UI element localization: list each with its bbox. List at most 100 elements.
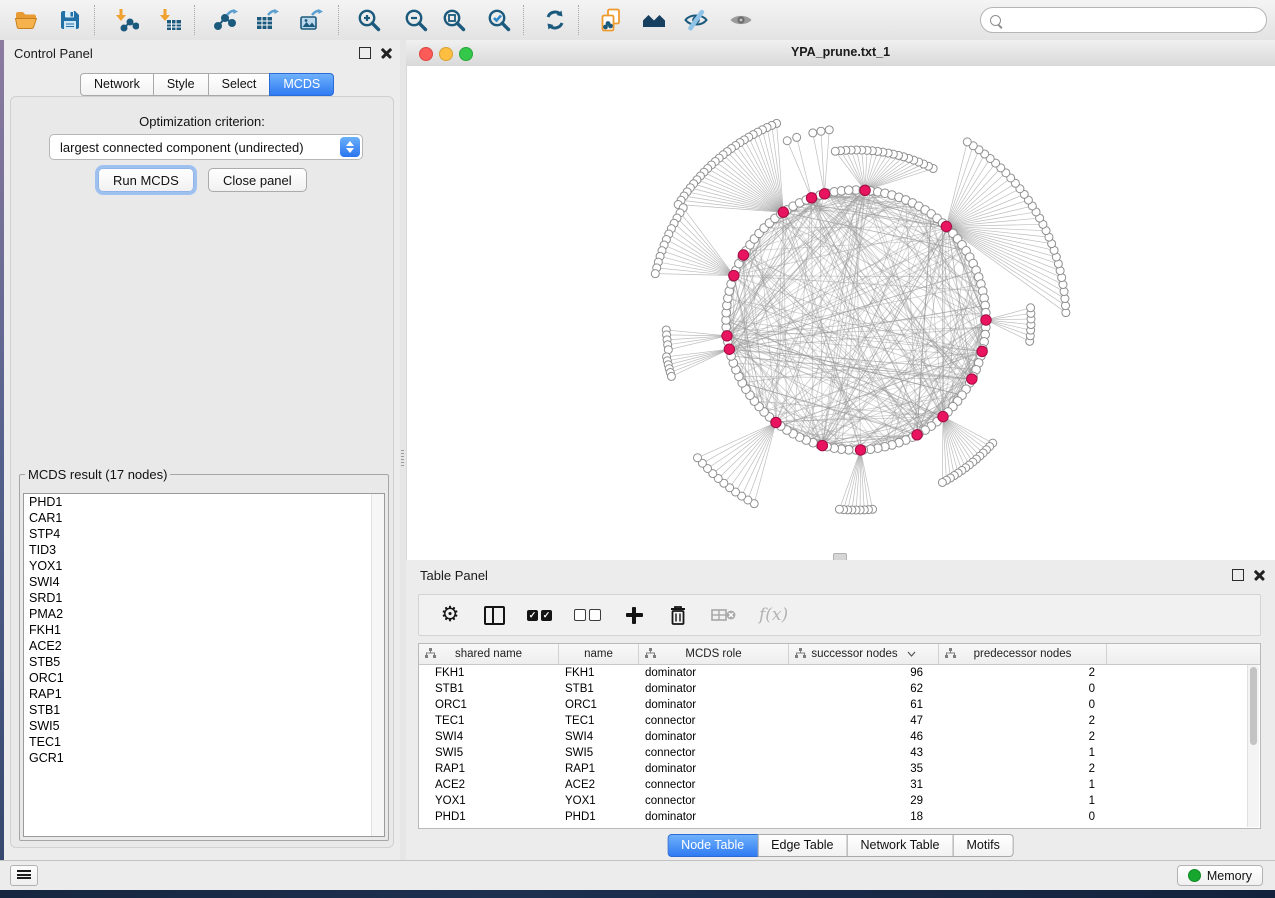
zoom-out-button[interactable] [399,3,433,37]
show-all-button[interactable] [724,3,758,37]
first-neighbors-button[interactable] [637,3,671,37]
table-cell: dominator [639,665,789,681]
task-history-button[interactable] [10,865,38,886]
add-column-button[interactable] [623,602,645,628]
open-file-button[interactable] [9,3,43,37]
table-row[interactable]: SWI4SWI4dominator462 [419,729,1260,745]
mcds-result-item[interactable]: STB5 [24,654,384,670]
memory-button[interactable]: Memory [1177,865,1263,886]
save-session-button[interactable] [53,3,87,37]
split-columns-button[interactable] [483,602,505,628]
table-row[interactable]: RAP1RAP1dominator352 [419,761,1260,777]
delete-column-button[interactable] [667,602,689,628]
mcds-result-item[interactable]: SWI4 [24,574,384,590]
import-network-button[interactable] [109,3,143,37]
chevron-updown-icon [340,137,360,157]
select-all-button[interactable]: ✓✓ [527,602,552,628]
mcds-result-item[interactable]: YOX1 [24,558,384,574]
table-cell: dominator [639,681,789,697]
mcds-result-item[interactable]: GCR1 [24,750,384,766]
zoom-selected-button[interactable] [482,3,516,37]
gear-button[interactable]: ⚙ [439,602,461,628]
float-panel-icon[interactable] [359,47,371,59]
table-scrollbar[interactable] [1247,665,1259,827]
table-row[interactable]: PHD1PHD1dominator180 [419,809,1260,825]
table-cell: TEC1 [419,713,559,729]
mcds-result-item[interactable]: PMA2 [24,606,384,622]
mcds-result-item[interactable]: STB1 [24,702,384,718]
first-neighbors-icon [641,7,667,33]
table-row[interactable]: STB1STB1dominator620 [419,681,1260,697]
show-all-icon [728,7,754,33]
mcds-result-item[interactable]: ORC1 [24,670,384,686]
criterion-select[interactable]: largest connected component (undirected) [49,134,363,160]
mcds-result-item[interactable]: TID3 [24,542,384,558]
refresh-button[interactable] [538,3,572,37]
mcds-result-item[interactable]: SWI5 [24,718,384,734]
mcds-result-item[interactable]: PHD1 [24,494,384,510]
close-panel-icon[interactable] [381,48,392,59]
close-table-panel-icon[interactable] [1254,570,1265,581]
network-graph[interactable] [407,66,1275,560]
table-row[interactable]: ORC1ORC1dominator610 [419,697,1260,713]
mcds-result-item[interactable]: RAP1 [24,686,384,702]
table-row[interactable]: ACE2ACE2connector311 [419,777,1260,793]
column-header-successor-nodes[interactable]: successor nodes [789,644,939,664]
optimization-criterion-label: Optimization criterion: [11,114,393,129]
mcds-result-item[interactable]: SRD1 [24,590,384,606]
tab-select[interactable]: Select [208,73,271,96]
toolbar-separator [194,5,195,35]
mcds-list-scrollbar[interactable] [371,494,384,836]
tab-mcds[interactable]: MCDS [269,73,334,96]
close-panel-button[interactable]: Close panel [208,168,307,192]
hide-selected-icon [683,7,709,33]
search-input[interactable] [1007,10,1266,30]
zoom-in-button[interactable] [352,3,386,37]
mcds-result-item[interactable]: TEC1 [24,734,384,750]
import-table-button[interactable] [153,3,187,37]
import-table-icon [157,7,183,33]
float-table-panel-icon[interactable] [1232,569,1244,581]
table-cell: YOX1 [419,793,559,809]
column-header-mcds-role[interactable]: MCDS role [639,644,789,664]
search-box [980,7,1267,33]
mcds-result-item[interactable]: FKH1 [24,622,384,638]
clone-network-button[interactable] [594,3,628,37]
export-table-button[interactable] [250,3,284,37]
table-tab-node-table[interactable]: Node Table [667,834,758,857]
mcds-result-item[interactable]: ACE2 [24,638,384,654]
table-tab-motifs[interactable]: Motifs [952,834,1013,857]
run-mcds-button[interactable]: Run MCDS [98,168,194,192]
function-builder-button[interactable]: f(x) [759,602,788,628]
export-image-button[interactable] [294,3,328,37]
column-header-predecessor-nodes[interactable]: predecessor nodes [939,644,1107,664]
column-header-shared-name[interactable]: shared name [419,644,559,664]
mcds-result-item[interactable]: STP4 [24,526,384,542]
table-cell: 31 [789,777,939,793]
deselect-all-button[interactable] [574,602,601,628]
column-header-name[interactable]: name [559,644,639,664]
table-scrollbar-thumb[interactable] [1250,667,1257,745]
table-row[interactable]: TEC1TEC1connector472 [419,713,1260,729]
network-canvas[interactable] [406,66,1275,560]
tab-network[interactable]: Network [80,73,154,96]
delete-rows-icon [711,606,737,624]
export-network-button[interactable] [209,3,243,37]
column-label: name [584,648,613,660]
table-tab-edge-table[interactable]: Edge Table [757,834,847,857]
table-row[interactable]: SWI5SWI5connector431 [419,745,1260,761]
save-session-icon [57,7,83,33]
search-icon [990,15,1001,26]
control-panel-title: Control Panel [14,46,93,61]
mcds-result-item[interactable]: CAR1 [24,510,384,526]
table-row[interactable]: YOX1YOX1connector291 [419,793,1260,809]
table-row[interactable]: FKH1FKH1dominator962 [419,665,1260,681]
zoom-fit-button[interactable] [437,3,471,37]
table-cell: FKH1 [559,665,639,681]
mcds-result-group: MCDS result (17 nodes) PHD1CAR1STP4TID3Y… [19,467,389,841]
table-cell: FKH1 [419,665,559,681]
table-tab-network-table[interactable]: Network Table [847,834,954,857]
delete-rows-button[interactable] [711,602,737,628]
tab-style[interactable]: Style [153,73,209,96]
hide-selected-button[interactable] [679,3,713,37]
